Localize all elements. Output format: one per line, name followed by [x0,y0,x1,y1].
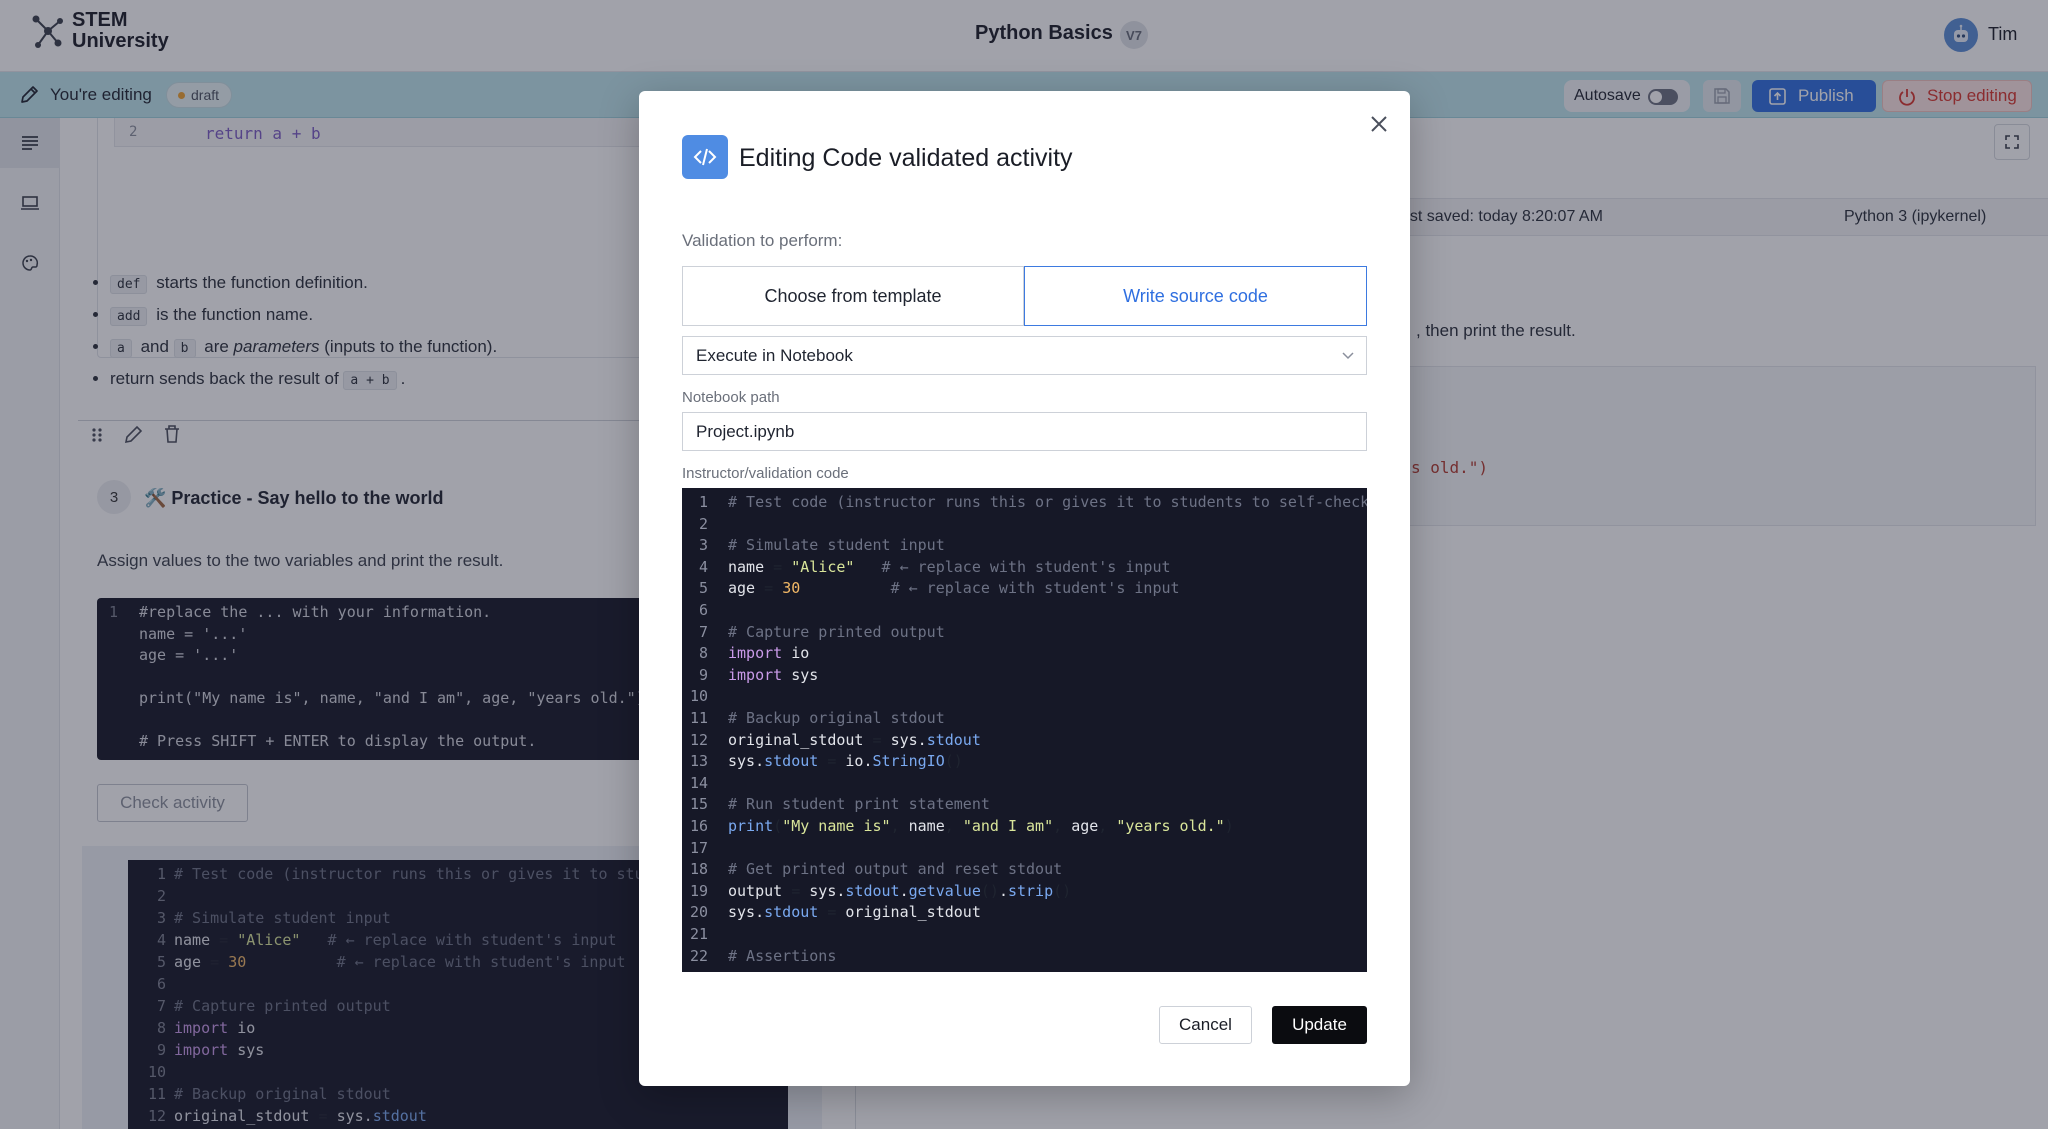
line-number: 19 [689,881,708,900]
code-row: 6 [682,600,1367,622]
code-activity-icon [682,135,728,179]
line-number: 9 [698,665,708,684]
code-line: print("My name is", name, "and I am", ag… [728,817,1234,835]
line-number: 16 [689,817,708,835]
line-number: 3 [698,536,708,555]
line-number: 12 [689,730,708,749]
notebook-path-label: Notebook path [682,389,780,406]
update-button[interactable]: Update [1272,1006,1367,1044]
option-write-source-code[interactable]: Write source code [1024,266,1367,326]
option-choose-template[interactable]: Choose from template [682,266,1024,326]
validation-mode-selector: Choose from template Write source code [682,266,1367,326]
code-row: 14 [682,773,1367,795]
code-row: 19 output = sys.stdout.getvalue().strip() [682,881,1367,903]
code-line: import sys [728,665,819,684]
code-row: 22 # Assertions [682,946,1367,968]
code-row: 5 age = 30 # ← replace with student's inp… [682,578,1367,600]
code-line: sys.stdout = io.StringIO() [728,752,963,771]
code-line: sys.stdout = original_stdout [728,903,981,922]
code-row: 11 # Backup original stdout [682,708,1367,730]
code-row: 3 # Simulate student input [682,535,1367,557]
code-row: 8 import io [682,643,1367,665]
code-row: 13 sys.stdout = io.StringIO() [682,751,1367,773]
line-number: 15 [689,795,708,814]
code-line: # Simulate student input [728,536,945,555]
edit-activity-modal: Editing Code validated activity Validati… [639,91,1410,1086]
code-line: import io [728,644,810,663]
code-row: 16 print("My name is", name, "and I am", … [682,816,1367,838]
execute-mode-select[interactable]: Execute in Notebook [682,336,1367,375]
notebook-path-input[interactable] [682,412,1367,451]
line-number: 7 [698,622,708,641]
line-number: 6 [698,601,708,619]
line-number: 11 [689,709,708,727]
code-row: 17 [682,838,1367,860]
code-row: 18 # Get printed output and reset stdout [682,859,1367,881]
code-row: 12 original_stdout = sys.stdout [682,730,1367,752]
line-number: 17 [689,838,708,857]
line-number: 10 [689,687,708,706]
code-row: 21 [682,924,1367,946]
code-row: 2 [682,514,1367,536]
line-number: 1 [698,493,708,511]
modal-title: Editing Code validated activity [739,144,1073,172]
code-row: 1 # Test code (instructor runs this or gi… [682,492,1367,514]
line-number: 14 [689,773,708,792]
code-line: # Get printed output and reset stdout [728,860,1063,879]
line-number: 22 [689,946,708,965]
line-number: 4 [698,557,708,576]
code-row: 9 import sys [682,665,1367,687]
close-button[interactable] [1364,109,1394,139]
code-line: name = "Alice" # ← replace with student'… [728,557,1171,576]
select-value: Execute in Notebook [696,346,853,365]
validation-label: Validation to perform: [682,231,843,250]
close-icon [1371,116,1387,132]
code-line: # Test code (instructor runs this or giv… [728,493,1367,511]
line-number: 20 [689,903,708,922]
code-line: # Capture printed output [728,622,945,641]
line-number: 8 [698,644,708,663]
code-row: 10 [682,686,1367,708]
line-number: 21 [689,925,708,943]
code-line: original_stdout = sys.stdout [728,730,981,749]
code-line: age = 30 # ← replace with student's inpu… [728,579,1180,598]
code-line: # Backup original stdout [728,709,945,727]
line-number: 2 [698,514,708,533]
line-number: 5 [698,579,708,598]
line-number: 13 [689,752,708,771]
code-row: 4 name = "Alice" # ← replace with student… [682,557,1367,579]
code-row: 15 # Run student print statement [682,794,1367,816]
validation-code-editor[interactable]: 1 # Test code (instructor runs this or gi… [682,488,1367,972]
chevron-down-icon [1342,352,1354,360]
code-row: 7 # Capture printed output [682,622,1367,644]
code-row: 20 sys.stdout = original_stdout [682,902,1367,924]
code-line: # Assertions [728,946,837,965]
code-icon [693,148,717,166]
cancel-button[interactable]: Cancel [1159,1006,1252,1044]
code-line: # Run student print statement [728,795,990,814]
code-label: Instructor/validation code [682,465,849,482]
code-line: output = sys.stdout.getvalue().strip() [728,881,1072,900]
line-number: 18 [689,860,708,879]
